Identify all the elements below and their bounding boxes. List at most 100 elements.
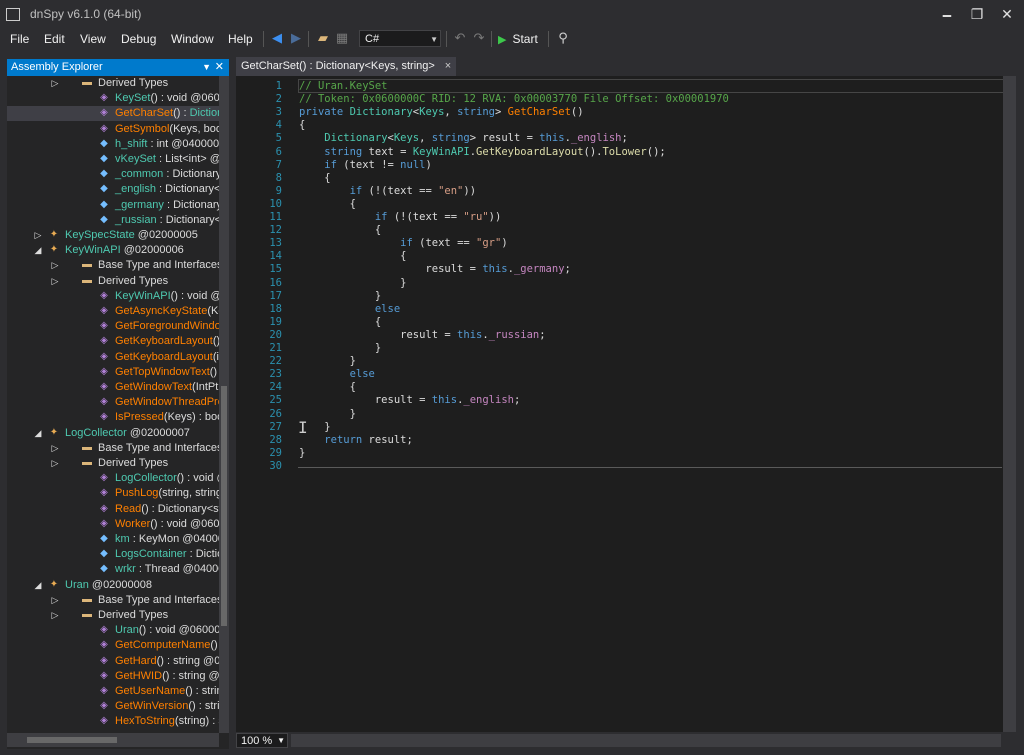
tree-row[interactable]: ◈ IsPressed(Keys) : bool @060 <box>7 410 219 425</box>
maximize-button[interactable]: ❐ <box>962 4 992 26</box>
code-text: } <box>299 277 406 290</box>
tree-row[interactable]: ▷ ✦ KeySpecState @02000005 <box>7 228 219 243</box>
tree-row[interactable]: ◈ PushLog(string, string) : voi <box>7 486 219 501</box>
close-button[interactable]: ✕ <box>992 4 1022 26</box>
expand-arrow-icon[interactable]: ▷ <box>50 593 60 608</box>
tree-row[interactable]: ◈ GetCharSet() : Dictionary<K <box>7 106 219 122</box>
tree-row[interactable]: ◈ GetForegroundWindow() : I <box>7 319 219 334</box>
tab-getcharset[interactable]: GetCharSet() : Dictionary<Keys, string> × <box>236 57 457 76</box>
tree-row[interactable]: ◈ GetWindowThreadProcessI <box>7 395 219 410</box>
code-token: "gr" <box>476 237 502 250</box>
tree-row[interactable]: ▷ ▬ Derived Types <box>7 274 219 289</box>
tree-row[interactable]: ◢ ✦ LogCollector @02000007 <box>7 426 219 441</box>
tree-row[interactable]: ◈ GetWinVersion() : string @0 <box>7 699 219 714</box>
tree-row[interactable]: ◆ _russian : Dictionary<Keys, <box>7 213 219 228</box>
label-segment: : Thread @04000019 <box>138 563 219 576</box>
expand-arrow-icon[interactable]: ▷ <box>50 608 60 623</box>
expand-arrow-icon[interactable]: ▷ <box>33 228 43 243</box>
tree-row[interactable]: ◈ Worker() : void @0600001C <box>7 517 219 532</box>
tab-close-icon[interactable]: × <box>445 60 451 72</box>
code-token: ; <box>513 394 521 407</box>
tree-row[interactable]: ▷ ▬ Base Type and Interfaces <box>7 258 219 273</box>
code-line: 18 else <box>236 303 1006 316</box>
undo-icon[interactable]: ↶ <box>452 31 468 47</box>
minimize-button[interactable]: 🗕 <box>932 4 962 26</box>
expand-arrow-icon[interactable]: ▷ <box>50 274 60 289</box>
label-segment: GetTopWindowText <box>115 365 210 378</box>
menu-view[interactable]: View <box>80 30 106 52</box>
tree-row[interactable]: ◢ ✦ Uran @02000008 <box>7 578 219 593</box>
scrollbar-thumb[interactable] <box>221 386 227 626</box>
tree-row[interactable]: ◆ LogsContainer : Dictionary< <box>7 547 219 562</box>
panel-menu-chevron-icon[interactable]: ▼ <box>202 59 211 76</box>
language-select[interactable]: C# ▼ <box>359 30 441 47</box>
search-icon[interactable]: ⚲ <box>555 31 571 47</box>
open-folder-icon[interactable]: ▰ <box>315 31 331 47</box>
panel-close-icon[interactable]: ✕ <box>215 59 224 76</box>
tree-row[interactable]: ◈ GetKeyboardLayout() : strin <box>7 334 219 349</box>
tree-row[interactable]: ◈ GetHWID() : string @06000 <box>7 669 219 684</box>
tree-row[interactable]: ▷ ▬ Derived Types <box>7 608 219 623</box>
tree-row[interactable]: ◈ GetHard() : string @060000 <box>7 654 219 669</box>
tree-row[interactable]: ◈ LogCollector() : void @0600 <box>7 471 219 486</box>
tree-row[interactable]: ▷ ▬ Base Type and Interfaces <box>7 593 219 608</box>
start-debugging-button[interactable]: ▶ Start <box>498 30 538 48</box>
expand-arrow-icon[interactable]: ▷ <box>50 456 60 471</box>
line-number: 4 <box>275 119 282 132</box>
collapse-arrow-icon[interactable]: ◢ <box>33 426 43 441</box>
menu-help[interactable]: Help <box>228 30 253 52</box>
private-method-icon: ◈ <box>100 685 108 696</box>
editor-horizontal-scrollbar[interactable] <box>291 734 1001 747</box>
tree-row[interactable]: ◆ _english : Dictionary<Keys, <box>7 182 219 197</box>
tree-row[interactable]: ▷ ▬ Derived Types <box>7 76 219 91</box>
save-all-icon[interactable]: ▦ <box>334 31 350 47</box>
menu-window[interactable]: Window <box>171 30 214 52</box>
tree-row[interactable]: ◈ HexToString(string) : string <box>7 714 219 729</box>
tree-row[interactable]: ◆ _germany : Dictionary<Keys <box>7 198 219 213</box>
code-line: 8 { <box>236 172 1006 185</box>
menu-file[interactable]: File <box>10 30 29 52</box>
tree-row[interactable]: ◈ GetComputerName() : strin <box>7 638 219 653</box>
tree-row[interactable]: ▷ ▬ Base Type and Interfaces <box>7 441 219 456</box>
tree-row[interactable]: ◆ vKeySet : List<int> @04000 <box>7 152 219 167</box>
tree-row[interactable]: ◢ ✦ KeyWinAPI @02000006 <box>7 243 219 258</box>
tree-row[interactable]: ◆ h_shift : int @04000013 <box>7 137 219 152</box>
tree-row[interactable]: ▷ ▬ Derived Types <box>7 456 219 471</box>
code-token: } <box>299 355 356 368</box>
label-segment: KeySpecState <box>65 229 135 241</box>
tree-row[interactable]: ◆ km : KeyMon @04000018 <box>7 532 219 547</box>
expand-arrow-icon[interactable]: ▷ <box>50 258 60 273</box>
menu-debug[interactable]: Debug <box>121 30 156 52</box>
menu-edit[interactable]: Edit <box>44 30 65 52</box>
tree-row[interactable]: ◆ wrkr : Thread @04000019 <box>7 562 219 577</box>
tree-row[interactable]: ◆ _common : Dictionary<Key <box>7 167 219 182</box>
label-segment: PushLog <box>115 487 159 500</box>
tree-row[interactable]: ◈ KeySet() : void @0600000B <box>7 91 219 106</box>
navigate-forward-icon[interactable]: ▶ <box>288 31 304 47</box>
expand-arrow-icon[interactable]: ▷ <box>50 441 60 456</box>
code-editor[interactable]: I 1// Uran.KeySet 2// Token: 0x0600000C R… <box>236 76 1016 732</box>
private-field-icon: ◆ <box>100 548 108 560</box>
tree-row[interactable]: ◈ GetUserName() : string @06 <box>7 684 219 699</box>
assembly-tree[interactable]: ▷ ▬ Derived Types ◈ KeySet() : void @0600000… <box>7 76 219 733</box>
tree-row[interactable]: ◈ Read() : Dictionary<string, s <box>7 502 219 517</box>
tree-row[interactable]: ◈ GetSymbol(Keys, bool) : stri <box>7 122 219 137</box>
tree-row[interactable]: ◈ KeyWinAPI() : void @06000 <box>7 289 219 304</box>
private-method-icon: ◈ <box>100 411 108 423</box>
redo-icon[interactable]: ↷ <box>471 31 487 47</box>
tree-vertical-scrollbar[interactable] <box>219 76 229 733</box>
tree-row[interactable]: ◈ GetAsyncKeyState(Keys) : sh <box>7 304 219 319</box>
line-number: 23 <box>269 368 282 381</box>
scrollbar-thumb[interactable] <box>27 737 117 743</box>
tree-row[interactable]: ◈ GetWindowText(IntPtr, Strin <box>7 380 219 395</box>
tree-row[interactable]: ◈ GetTopWindowText() : strin <box>7 365 219 380</box>
tree-horizontal-scrollbar[interactable] <box>7 733 219 747</box>
navigate-back-icon[interactable]: ◀ <box>269 31 285 47</box>
tree-row[interactable]: ◈ GetKeyboardLayout(int) : In <box>7 350 219 365</box>
collapse-arrow-icon[interactable]: ◢ <box>33 243 43 258</box>
expand-arrow-icon[interactable]: ▷ <box>50 76 60 91</box>
collapse-arrow-icon[interactable]: ◢ <box>33 578 43 593</box>
tree-row[interactable]: ◈ Uran() : void @06000027 <box>7 623 219 638</box>
zoom-select[interactable]: 100 % ▼ <box>236 733 288 748</box>
code-token: return <box>324 433 363 446</box>
